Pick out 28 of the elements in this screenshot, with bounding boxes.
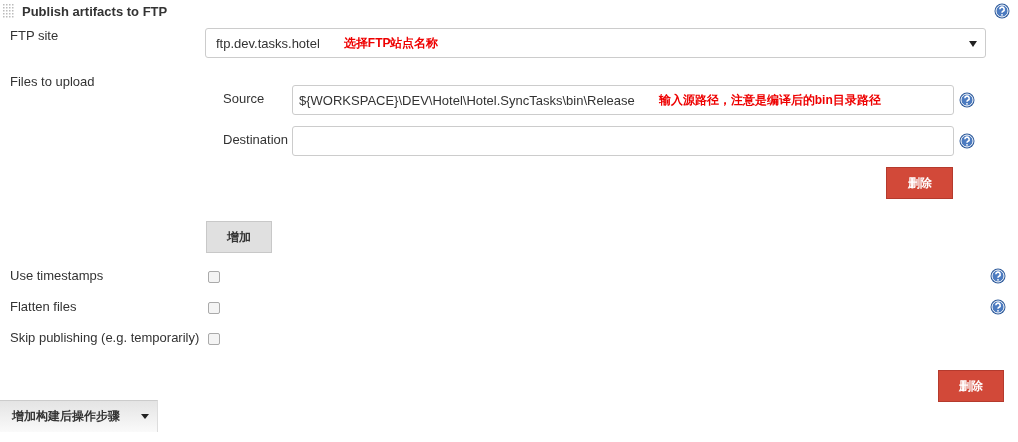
field-label: Source [223,90,266,106]
add-button[interactable]: 增加 [206,221,272,253]
text-field[interactable]: ${WORKSPACE}\DEV\Hotel\Hotel.SyncTasks\bin\Release 输入源路径，注意是编译后的bin目录路径 [292,85,954,115]
option-label: Skip publishing (e.g. temporarily) [10,330,201,345]
help-icon[interactable] [994,3,1010,19]
field-label: Destination [223,131,290,147]
add-step-button[interactable]: 增加构建后操作步骤 [0,400,158,432]
help-icon[interactable] [990,268,1006,284]
checkbox[interactable] [208,271,220,283]
checkbox[interactable] [208,333,220,345]
help-icon[interactable] [959,133,975,149]
text-field[interactable] [292,126,954,156]
annotation: 输入源路径，注意是编译后的bin目录路径 [658,91,881,109]
ftp-site-select[interactable]: ftp.dev.tasks.hotel 选择FTP站点名称 [205,28,986,58]
field-label: Files to upload [10,74,96,89]
help-icon[interactable] [959,92,975,108]
help-icon[interactable] [990,299,1006,315]
annotation: 选择FTP站点名称 [343,34,439,52]
checkbox[interactable] [208,302,220,314]
drag-handle-icon[interactable] [3,4,15,18]
section-title: Publish artifacts to FTP [22,3,169,19]
field-label: FTP site [10,28,60,43]
option-label: Use timestamps [10,268,105,283]
caret-icon [969,40,977,48]
option-label: Flatten files [10,299,78,314]
caret-icon [141,414,149,419]
delete-button[interactable]: 删除 [886,167,953,199]
delete-button[interactable]: 删除 [938,370,1004,402]
